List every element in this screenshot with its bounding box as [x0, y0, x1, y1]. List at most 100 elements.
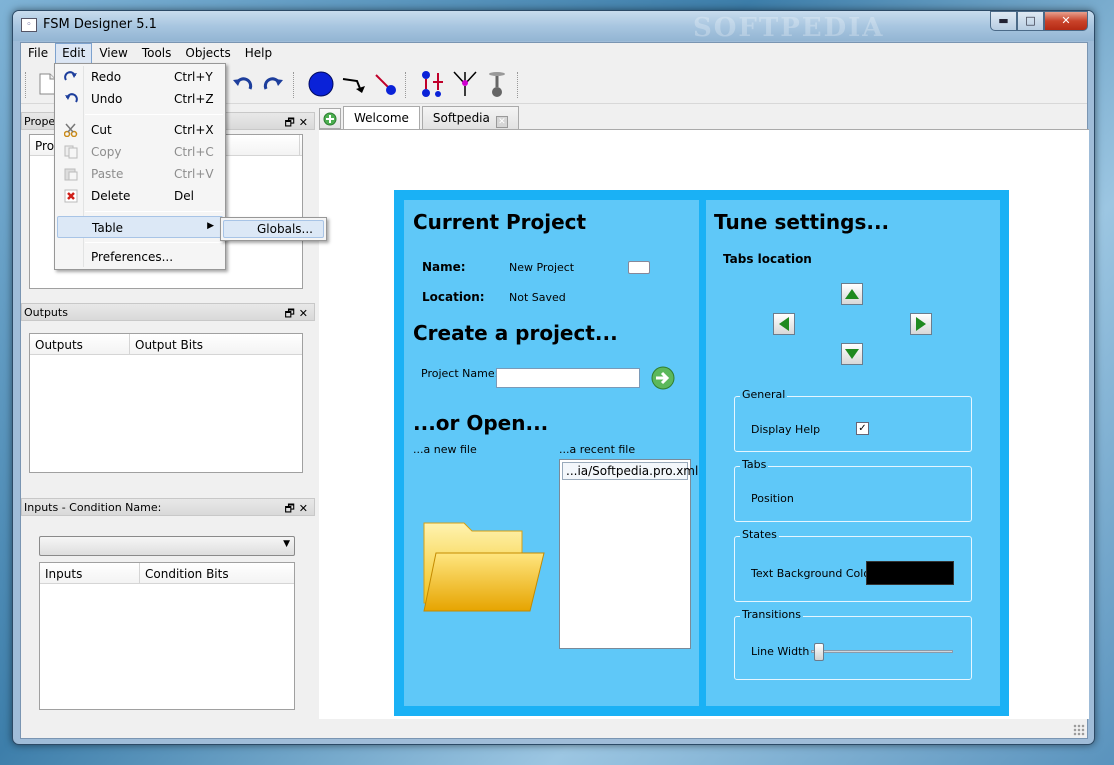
outputs-dock-buttons[interactable]: 🗗✕	[284, 305, 312, 324]
arrow-left-icon	[779, 317, 789, 331]
window-controls: ▬ □ ✕	[990, 11, 1088, 31]
menu-edit[interactable]: Edit	[55, 43, 93, 64]
add-tab-button[interactable]	[319, 108, 341, 129]
redo-toolbar-icon[interactable]	[259, 70, 287, 98]
open-folder-icon[interactable]	[420, 515, 546, 615]
add-reset-icon[interactable]	[483, 70, 511, 98]
menu-separator	[85, 114, 223, 115]
delete-icon	[63, 188, 79, 204]
text-background-color-swatch[interactable]	[866, 561, 954, 585]
condition-bits-column-header[interactable]: Condition Bits	[140, 563, 292, 583]
tune-settings-heading: Tune settings...	[714, 210, 890, 234]
menu-preferences-label: Preferences...	[91, 250, 174, 264]
name-label: Name:	[422, 260, 466, 274]
plus-circle-icon	[323, 112, 337, 125]
menu-undo[interactable]: Undo Ctrl+Z	[57, 88, 223, 110]
recent-files-list[interactable]: ...ia/Softpedia.pro.xml	[559, 459, 698, 649]
inputs-dock-header[interactable]: Inputs - Condition Name: 🗗✕	[21, 498, 315, 516]
menu-table-label: Table	[92, 221, 124, 235]
menu-undo-label: Undo	[91, 92, 123, 106]
add-transition-icon[interactable]	[341, 70, 369, 98]
tabs-bottom-button[interactable]	[841, 343, 863, 365]
table-submenu: Globals...	[220, 217, 327, 241]
add-link-icon[interactable]	[371, 70, 399, 98]
undo-toolbar-icon[interactable]	[229, 70, 257, 98]
line-width-slider-thumb[interactable]	[813, 643, 824, 661]
toolbar-grip[interactable]	[25, 72, 28, 98]
menu-file[interactable]: File	[21, 43, 55, 64]
project-name-label: Project Name:	[421, 367, 499, 380]
outputs-column-header[interactable]: Outputs	[30, 334, 130, 354]
menu-redo[interactable]: Redo Ctrl+Y	[57, 66, 223, 88]
inputs-dock-title: Inputs - Condition Name:	[24, 501, 162, 514]
title-bar[interactable]: ◦ FSM Designer 5.1 SOFTPEDIA ▬ □ ✕	[13, 11, 1094, 43]
line-width-slider-track[interactable]	[811, 650, 953, 653]
menu-view[interactable]: View	[92, 43, 134, 64]
chevron-down-icon: ▼	[283, 539, 290, 549]
states-group: States Text Background Color	[734, 528, 972, 602]
project-pane: Current Project Name: New Project Locati…	[404, 200, 699, 706]
location-value: Not Saved	[509, 291, 566, 304]
menu-help[interactable]: Help	[238, 43, 279, 64]
tab-welcome-label: Welcome	[354, 111, 409, 125]
tab-welcome[interactable]: Welcome	[343, 106, 420, 130]
status-bar	[21, 720, 1087, 738]
welcome-workarea: Current Project Name: New Project Locati…	[319, 129, 1089, 719]
outputs-table[interactable]: Outputs Output Bits	[29, 333, 303, 473]
properties-dock-buttons[interactable]: 🗗✕	[284, 114, 312, 133]
project-name-input[interactable]	[496, 368, 640, 388]
menu-preferences[interactable]: Preferences...	[57, 246, 223, 268]
menu-undo-shortcut: Ctrl+Z	[174, 92, 214, 106]
states-group-title: States	[740, 528, 779, 541]
menu-delete[interactable]: Delete Del	[57, 185, 223, 207]
tab-softpedia[interactable]: Softpedia ✕	[421, 106, 519, 129]
create-project-heading: Create a project...	[413, 321, 618, 345]
toolbar-separator-3	[517, 72, 520, 98]
outputs-dock-header[interactable]: Outputs 🗗✕	[21, 303, 315, 321]
maximize-button[interactable]: □	[1017, 11, 1044, 31]
inputs-column-header[interactable]: Inputs	[40, 563, 140, 583]
tabs-top-button[interactable]	[841, 283, 863, 305]
project-name-value: New Project	[509, 261, 575, 274]
tabs-group-title: Tabs	[740, 458, 769, 471]
output-bits-column-header[interactable]: Output Bits	[130, 334, 300, 354]
position-label: Position	[751, 492, 794, 505]
menu-cut[interactable]: Cut Ctrl+X	[57, 119, 223, 141]
add-io-icon[interactable]	[419, 70, 447, 98]
add-join-icon[interactable]	[451, 70, 479, 98]
window-title: FSM Designer 5.1	[43, 17, 157, 32]
menu-separator-2	[85, 211, 223, 212]
close-tab-icon[interactable]: ✕	[495, 116, 508, 128]
tabs-right-button[interactable]	[910, 313, 932, 335]
menu-paste[interactable]: Paste Ctrl+V	[57, 163, 223, 185]
menu-table[interactable]: Table ▶	[57, 216, 223, 238]
transitions-group-title: Transitions	[740, 608, 803, 621]
menu-redo-shortcut: Ctrl+Y	[174, 70, 213, 84]
inputs-dock-buttons[interactable]: 🗗✕	[284, 500, 312, 519]
recent-file-item[interactable]: ...ia/Softpedia.pro.xml	[562, 462, 698, 480]
add-state-icon[interactable]	[307, 70, 335, 98]
minimize-button[interactable]: ▬	[990, 11, 1017, 31]
tabs-left-button[interactable]	[773, 313, 795, 335]
create-project-button[interactable]	[651, 366, 675, 390]
rename-project-button[interactable]	[628, 261, 650, 274]
resize-grip[interactable]	[1073, 724, 1085, 736]
menu-globals[interactable]: Globals...	[223, 220, 324, 238]
menu-objects[interactable]: Objects	[178, 43, 237, 64]
menu-copy[interactable]: Copy Ctrl+C	[57, 141, 223, 163]
display-help-checkbox[interactable]: ✓	[856, 422, 869, 435]
settings-pane: Tune settings... Tabs location General D…	[706, 200, 1000, 706]
menu-bar: File Edit View Tools Objects Help	[21, 43, 1087, 64]
submenu-arrow-icon: ▶	[207, 221, 214, 231]
inputs-table-header: Inputs Condition Bits	[40, 563, 294, 584]
condition-name-combo[interactable]: ▼	[39, 536, 295, 556]
current-project-heading: Current Project	[413, 210, 587, 234]
text-background-color-label: Text Background Color	[751, 567, 875, 580]
close-window-button[interactable]: ✕	[1044, 11, 1088, 31]
menu-copy-shortcut: Ctrl+C	[174, 145, 214, 159]
toolbar-separator-2	[405, 72, 408, 98]
new-file-label: ...a new file	[413, 443, 477, 456]
paste-icon	[63, 166, 79, 182]
menu-tools[interactable]: Tools	[135, 43, 179, 64]
inputs-table[interactable]: Inputs Condition Bits	[39, 562, 295, 710]
